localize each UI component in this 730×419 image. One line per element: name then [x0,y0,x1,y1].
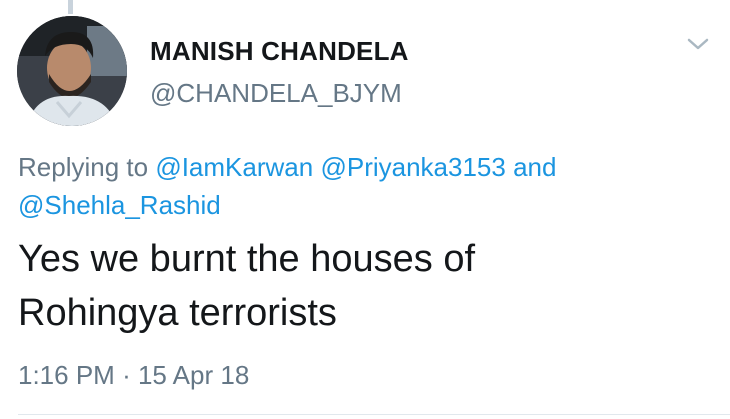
avatar[interactable] [17,16,127,126]
mention-link[interactable]: @Priyanka3153 [320,152,505,182]
mention-link[interactable]: @IamKarwan [155,152,313,182]
tweet-timestamp[interactable]: 1:16 PM · 15 Apr 18 [18,360,249,391]
thread-connector-line [68,0,73,14]
author-handle[interactable]: @CHANDELA_BJYM [150,78,402,109]
tweet-time: 1:16 PM [18,360,115,390]
tweet-date: 15 Apr 18 [137,360,250,390]
divider [18,414,730,415]
mention-joiner: and [513,152,557,182]
avatar-photo [17,16,127,126]
tweet-card: MANISH CHANDELA @CHANDELA_BJYM Replying … [0,0,730,419]
timestamp-separator: · [122,360,131,390]
author-name[interactable]: MANISH CHANDELA [150,36,409,67]
chevron-down-icon[interactable] [684,34,712,54]
tweet-text: Yes we burnt the houses of Rohingya terr… [18,232,708,340]
tweet-text-line: Rohingya terrorists [18,292,337,334]
tweet-text-line: Yes we burnt the houses of [18,238,476,280]
replying-to-line: Replying to @IamKarwan @Priyanka3153 and… [18,148,708,224]
mention-link[interactable]: @Shehla_Rashid [18,190,221,220]
replying-prefix: Replying to [18,152,149,182]
